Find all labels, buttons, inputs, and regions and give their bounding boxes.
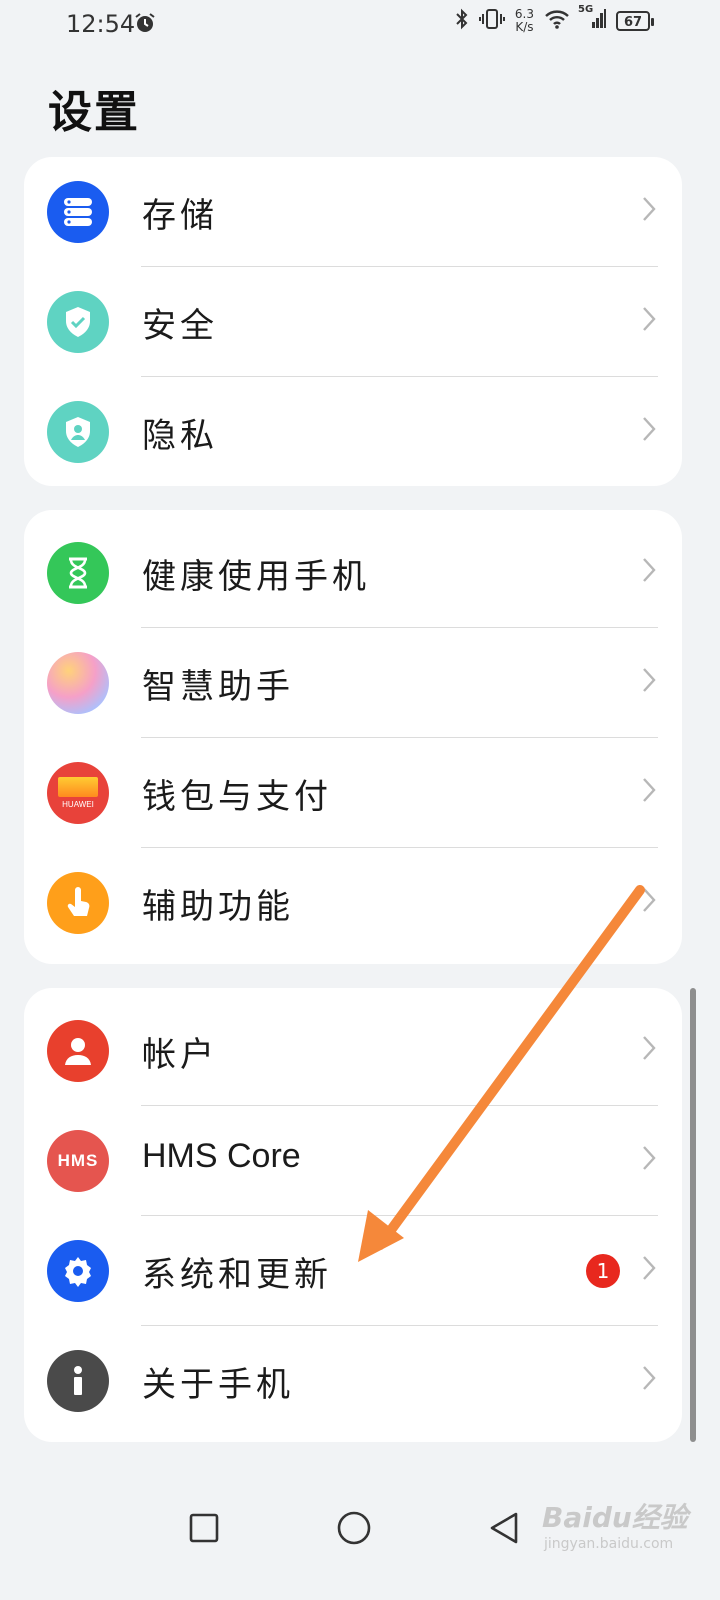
settings-item-system-update[interactable]: 系统和更新 1 <box>24 1216 682 1326</box>
settings-item-label: 辅助功能 <box>142 887 294 927</box>
settings-item-account[interactable]: 帐户 <box>24 996 682 1106</box>
status-time: 12:54 <box>66 10 136 38</box>
chevron-right-icon <box>642 1034 656 1066</box>
chevron-right-icon <box>642 305 656 337</box>
wifi-icon <box>544 8 570 34</box>
hms-icon: HMS <box>47 1130 109 1192</box>
chevron-right-icon <box>642 1144 656 1176</box>
settings-group-3: 帐户 HMS HMS Core 系统和更新 1 关于手机 <box>24 988 682 1442</box>
settings-item-privacy[interactable]: 隐私 <box>24 377 682 487</box>
settings-item-label: 关于手机 <box>142 1365 294 1405</box>
watermark: Baidu经验 jingyan.baidu.com <box>542 1496 688 1552</box>
alarm-icon <box>134 12 156 38</box>
settings-item-hms-core[interactable]: HMS HMS Core <box>24 1106 682 1216</box>
assistant-orb-icon <box>47 652 109 714</box>
chevron-right-icon <box>642 195 656 227</box>
settings-item-wallet[interactable]: HUAWEI 钱包与支付 <box>24 738 682 848</box>
chevron-right-icon <box>642 886 656 918</box>
privacy-shield-icon <box>47 401 109 463</box>
settings-item-digital-balance[interactable]: 健康使用手机 <box>24 518 682 628</box>
chevron-right-icon <box>642 556 656 588</box>
settings-item-label: 智慧助手 <box>142 667 294 707</box>
signal-label: 5G <box>578 4 594 15</box>
info-icon <box>47 1350 109 1412</box>
scrollbar[interactable] <box>690 988 696 1442</box>
chevron-right-icon <box>642 776 656 808</box>
settings-item-label: 健康使用手机 <box>142 557 370 597</box>
settings-item-label: HMS Core <box>142 1137 301 1175</box>
status-icons: 6.3 K/s 5G 67 <box>455 4 654 34</box>
settings-item-label: 安全 <box>142 306 218 346</box>
gear-icon <box>47 1240 109 1302</box>
wallet-icon-text: HUAWEI <box>62 800 94 809</box>
hourglass-icon <box>47 542 109 604</box>
settings-item-security[interactable]: 安全 <box>24 267 682 377</box>
storage-icon <box>47 181 109 243</box>
settings-item-about-phone[interactable]: 关于手机 <box>24 1326 682 1436</box>
wallet-icon: HUAWEI <box>47 762 109 824</box>
settings-item-label: 帐户 <box>142 1035 218 1075</box>
battery-icon: 67 <box>616 11 654 31</box>
home-button[interactable] <box>334 1508 374 1548</box>
account-icon <box>47 1020 109 1082</box>
settings-item-label: 系统和更新 <box>142 1255 332 1295</box>
status-bar: 12:54 6.3 K/s 5G 67 <box>0 0 720 48</box>
notification-badge: 1 <box>586 1254 620 1288</box>
triangle-back-icon <box>490 1512 518 1544</box>
recents-button[interactable] <box>184 1508 224 1548</box>
network-speed-unit: K/s <box>515 20 534 34</box>
circle-icon <box>337 1511 371 1545</box>
settings-item-assistant[interactable]: 智慧助手 <box>24 628 682 738</box>
watermark-sub: jingyan.baidu.com <box>544 1536 674 1552</box>
network-speed: 6.3 K/s <box>515 8 534 34</box>
settings-item-label: 存储 <box>142 196 218 236</box>
hms-icon-text: HMS <box>57 1151 99 1170</box>
settings-group-2: 健康使用手机 智慧助手 HUAWEI 钱包与支付 辅助功能 <box>24 510 682 964</box>
chevron-right-icon <box>642 666 656 698</box>
settings-item-accessibility[interactable]: 辅助功能 <box>24 848 682 958</box>
settings-item-storage[interactable]: 存储 <box>24 157 682 267</box>
square-icon <box>189 1513 219 1543</box>
touch-hand-icon <box>47 872 109 934</box>
chevron-right-icon <box>642 1364 656 1396</box>
chevron-right-icon <box>642 1254 656 1286</box>
settings-item-label: 隐私 <box>142 416 218 456</box>
watermark-main: Baidu经验 <box>542 1501 688 1534</box>
chevron-right-icon <box>642 415 656 447</box>
bluetooth-icon <box>455 8 469 34</box>
cellular-signal-icon: 5G <box>578 4 606 34</box>
back-button[interactable] <box>484 1508 524 1548</box>
settings-group-1: 存储 安全 隐私 <box>24 157 682 486</box>
security-shield-icon <box>47 291 109 353</box>
page-title: 设置 <box>48 87 140 138</box>
vibrate-icon <box>478 8 505 34</box>
settings-item-label: 钱包与支付 <box>142 777 332 817</box>
